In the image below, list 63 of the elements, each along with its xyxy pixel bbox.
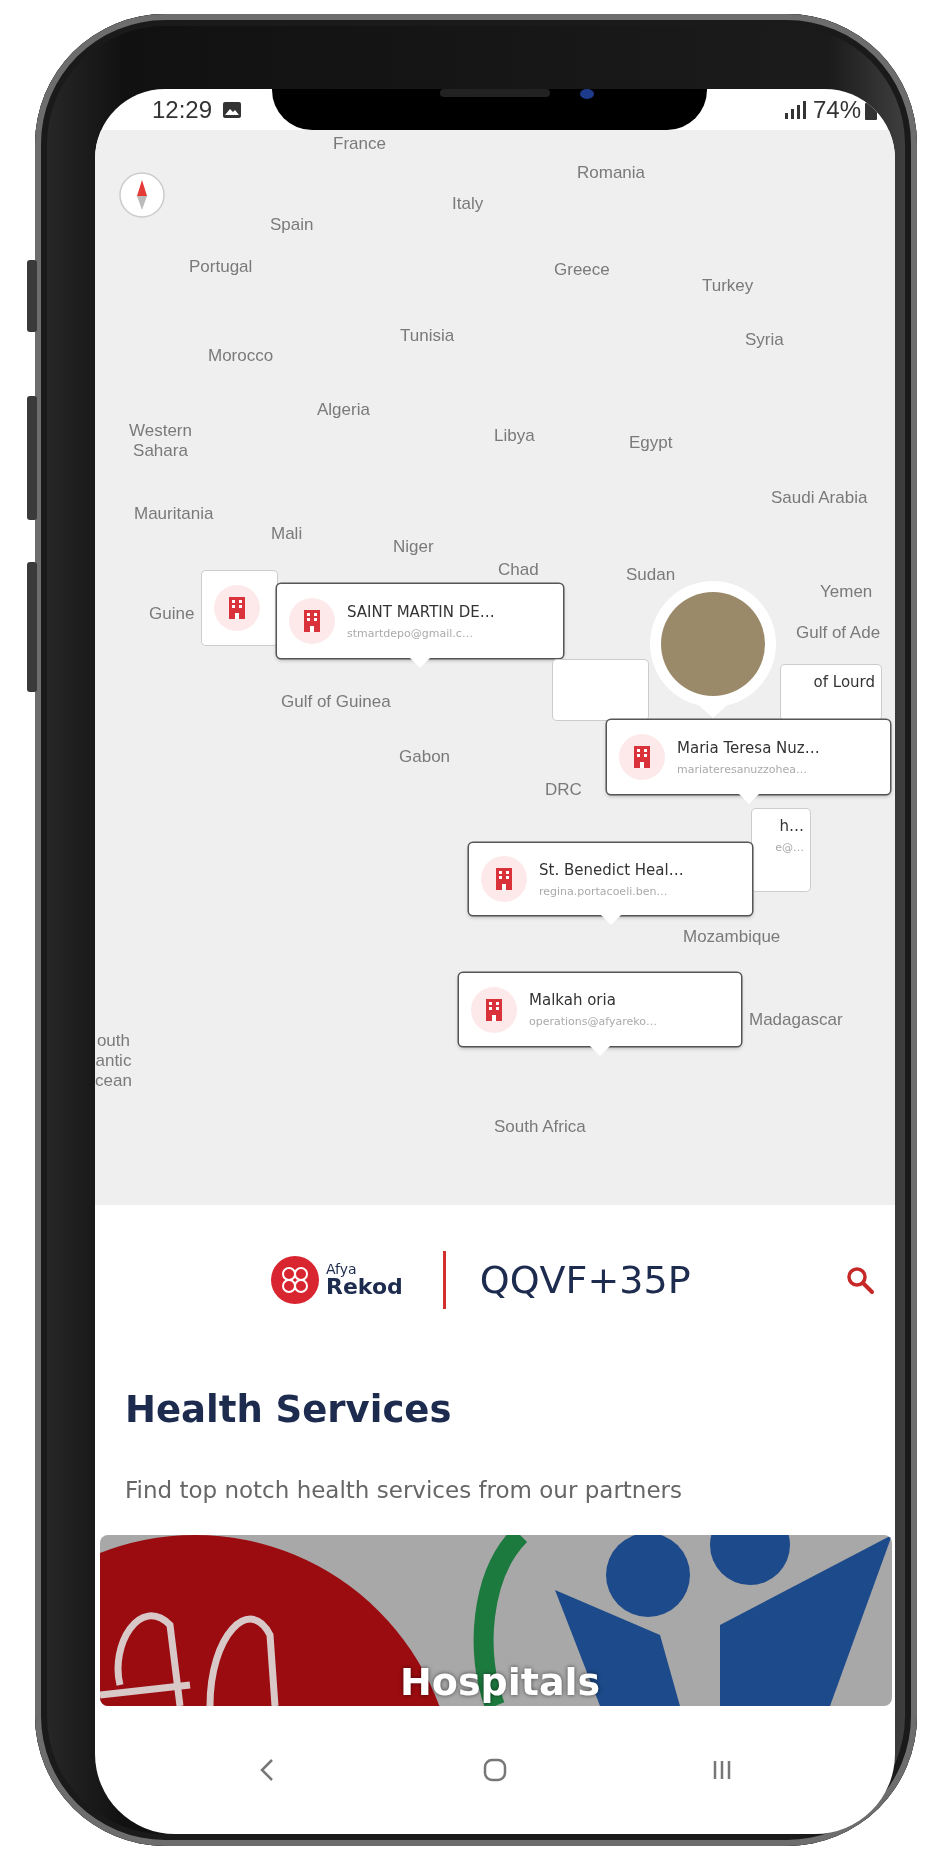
avatar-pin[interactable]	[648, 580, 778, 720]
map-label: outh antic cean	[95, 1031, 132, 1091]
map[interactable]	[95, 130, 895, 1205]
marker-email: regina.portacoeli.ben…	[539, 884, 669, 898]
marker-title: Malkah oria	[529, 991, 617, 1009]
map-label: Syria	[745, 330, 784, 350]
marker-email: mariateresanuzzohea…	[677, 762, 809, 776]
map-label: Guine	[149, 604, 195, 624]
map-label: Madagascar	[749, 1010, 843, 1030]
map-label: Spain	[270, 215, 314, 235]
map-label: Greece	[554, 260, 610, 280]
map-label: Morocco	[208, 346, 274, 366]
marker-title: St. Benedict Heal…	[539, 860, 684, 879]
map-label: Italy	[452, 194, 484, 214]
search-icon[interactable]	[845, 1265, 875, 1295]
map-label: Libya	[494, 426, 535, 446]
map-label: Portugal	[189, 257, 253, 277]
map-label: Mali	[271, 524, 303, 544]
status-time: 12:29	[152, 95, 213, 124]
logo-text: Rekod	[326, 1276, 403, 1298]
map-label: South Africa	[494, 1117, 586, 1137]
hospital-building-icon	[471, 986, 517, 1033]
map-label: Mozambique	[683, 927, 781, 947]
logo-text-small: Afya	[326, 1262, 358, 1276]
marker-email: e@…	[775, 841, 804, 854]
map-marker-card[interactable]	[553, 660, 648, 720]
map-label: Gulf of Guinea	[281, 692, 391, 712]
map-label: Romania	[577, 163, 646, 183]
map-label: France	[333, 134, 386, 154]
map-label: Turkey	[702, 276, 754, 296]
marker-email: stmartdepo@gmail.c…	[347, 626, 474, 640]
hospital-building-icon	[214, 585, 260, 631]
map-marker-card[interactable]	[202, 571, 277, 645]
hospital-building-icon	[289, 598, 335, 644]
section-subtitle: Find top notch health services from our partners	[125, 1476, 684, 1505]
map-label: Egypt	[629, 433, 673, 453]
map-label: Gulf of Ade	[796, 623, 881, 643]
battery-percent: 74%	[812, 95, 861, 124]
logo-icon	[270, 1255, 320, 1305]
marker-title: of Lourd	[813, 673, 875, 691]
compass-icon[interactable]	[118, 171, 166, 219]
map-label: Tunisia	[400, 326, 455, 346]
marker-email: operations@afyareko…	[529, 1015, 657, 1028]
map-label: Algeria	[317, 400, 370, 420]
map-label: Yemen	[820, 582, 873, 602]
map-label: Mauritania	[134, 504, 214, 524]
marker-title: Maria Teresa Nuz…	[677, 738, 820, 757]
hospital-building-icon	[619, 734, 665, 780]
marker-title: SAINT MARTIN DE…	[347, 602, 495, 621]
marker-title: h…	[779, 817, 804, 835]
map-label: Saudi Arabia	[771, 488, 868, 508]
map-label: Gabon	[399, 747, 451, 767]
plus-code: QQVF+35P	[479, 1258, 691, 1302]
map-marker-card[interactable]: of Lourd	[781, 665, 881, 720]
section-title: Health Services	[125, 1387, 453, 1433]
map-label: Western Sahara	[129, 421, 192, 461]
map-label: Chad	[498, 560, 539, 580]
image-icon	[222, 99, 243, 120]
hospital-building-icon	[481, 856, 527, 902]
map-label: Niger	[393, 537, 434, 557]
map-label: DRC	[545, 780, 582, 800]
map-marker-card[interactable]: h… e@…	[752, 809, 810, 891]
map-label: Sudan	[626, 565, 676, 585]
